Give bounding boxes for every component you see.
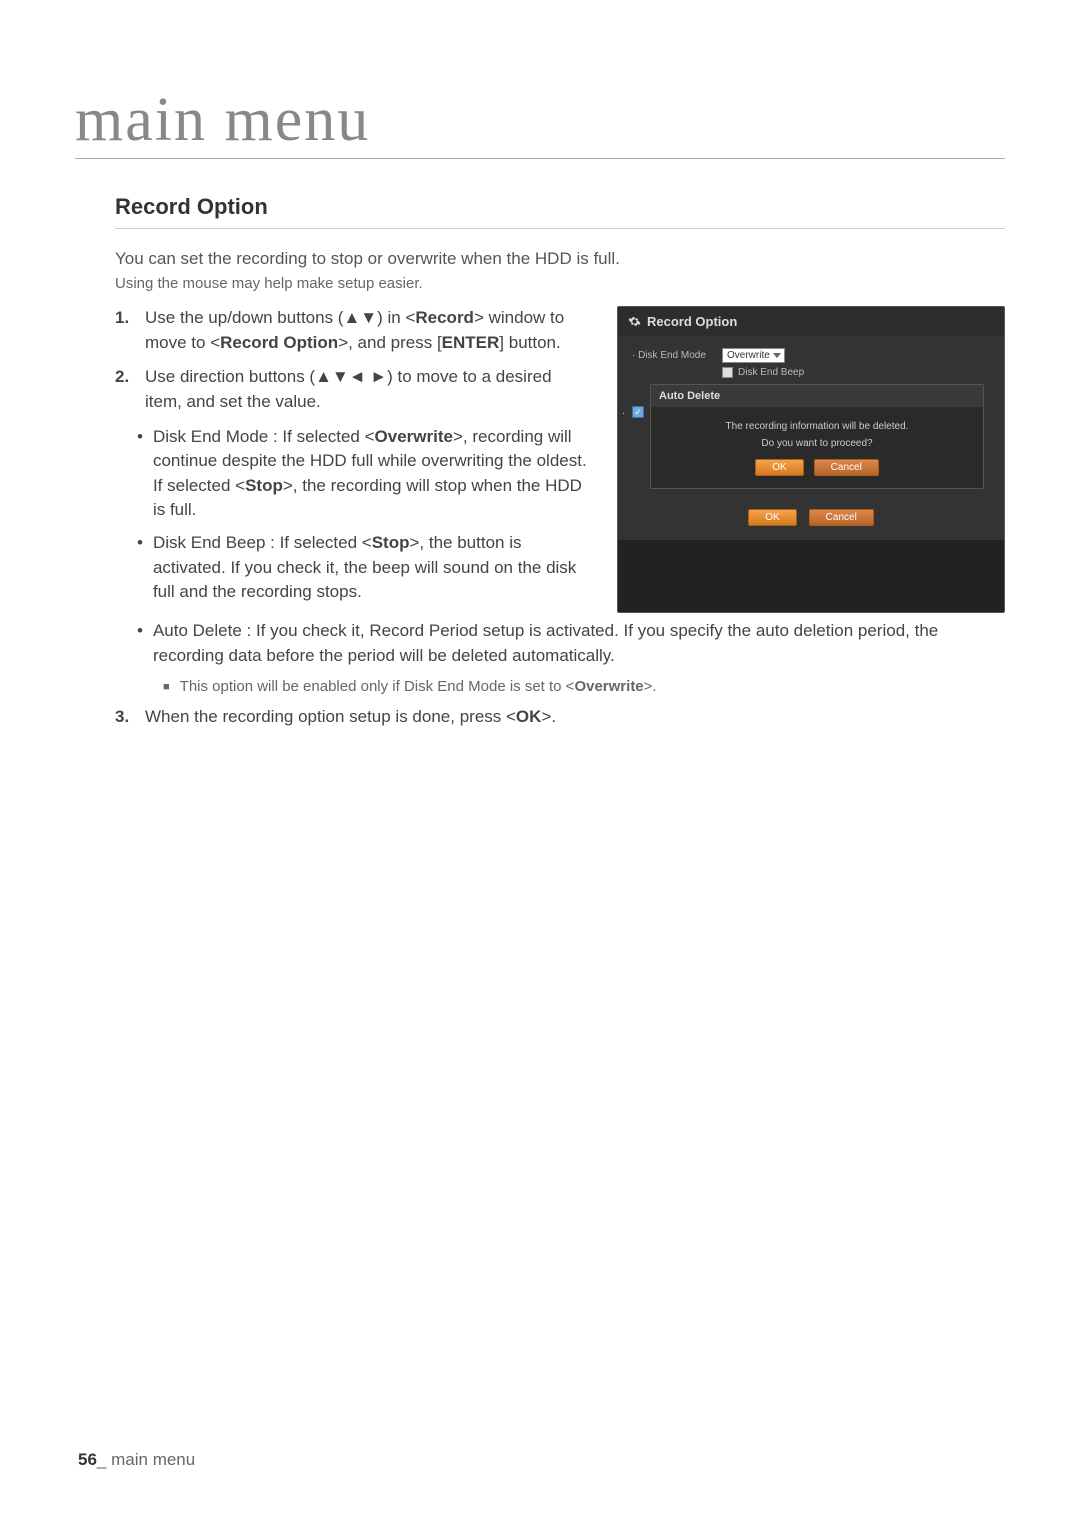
- text: Disk End Mode : If selected <: [153, 427, 375, 446]
- text: >.: [541, 707, 556, 726]
- note-icon: ■: [163, 680, 170, 701]
- page-title: main menu: [75, 85, 1005, 159]
- page-footer: 56_ main menu: [78, 1450, 195, 1470]
- step-number: 2.: [115, 365, 137, 414]
- step-3: 3. When the recording option setup is do…: [115, 705, 1005, 730]
- text-bold: Record Option: [220, 333, 338, 352]
- step-number: 3.: [115, 705, 137, 730]
- footer-text: main menu: [111, 1450, 195, 1469]
- text-bold: Overwrite: [375, 427, 453, 446]
- record-option-dialog: Record Option · Disk End Mode Overwrite …: [617, 306, 1005, 613]
- section-divider: [115, 228, 1005, 229]
- page-number: 56: [78, 1450, 97, 1469]
- text: >.: [644, 678, 657, 695]
- modal-cancel-button[interactable]: Cancel: [814, 459, 879, 476]
- text-bold: ENTER: [442, 333, 500, 352]
- text-bold: Stop: [245, 476, 283, 495]
- text: Auto Delete : If you check it, Record Pe…: [153, 619, 1005, 668]
- dialog-titlebar: Record Option: [618, 307, 1004, 336]
- bullet-disk-end-beep: • Disk End Beep : If selected <Stop>, th…: [137, 531, 593, 605]
- step-number: 1.: [115, 306, 137, 355]
- disk-end-beep-label: Disk End Beep: [738, 367, 804, 378]
- auto-delete-checkbox[interactable]: ✓: [632, 406, 644, 418]
- text: When the recording option setup is done,…: [145, 707, 516, 726]
- text: ] button.: [499, 333, 560, 352]
- text-bold: Stop: [372, 533, 410, 552]
- modal-message-1: The recording information will be delete…: [661, 421, 973, 432]
- modal-ok-button[interactable]: OK: [755, 459, 803, 476]
- text-bold: OK: [516, 707, 542, 726]
- intro-subtext: Using the mouse may help make setup easi…: [115, 275, 1005, 292]
- dialog-title: Record Option: [647, 314, 737, 329]
- text: Use the up/down buttons (▲▼) in <: [145, 308, 415, 327]
- bullet-disk-end-mode: • Disk End Mode : If selected <Overwrite…: [137, 425, 593, 524]
- dot-icon: ·: [622, 408, 625, 419]
- text: This option will be enabled only if Disk…: [180, 678, 575, 695]
- dialog-ok-button[interactable]: OK: [748, 509, 796, 526]
- disk-end-mode-row: · Disk End Mode Overwrite: [632, 348, 990, 363]
- bullet-icon: •: [137, 425, 143, 524]
- modal-message-2: Do you want to proceed?: [661, 438, 973, 449]
- text: Use direction buttons (▲▼◄ ►) to move to…: [145, 365, 593, 414]
- disk-end-beep-checkbox[interactable]: [722, 367, 733, 378]
- auto-delete-modal: Auto Delete The recording information wi…: [650, 384, 984, 489]
- footer-sep: _: [97, 1450, 106, 1469]
- bullet-auto-delete: • Auto Delete : If you check it, Record …: [137, 619, 1005, 668]
- text-bold: Overwrite: [574, 678, 643, 695]
- bullet-icon: •: [137, 619, 143, 668]
- disk-end-mode-label: · Disk End Mode: [632, 350, 722, 361]
- bullet-icon: •: [137, 531, 143, 605]
- section-heading: Record Option: [115, 194, 1005, 220]
- text: >, and press [: [338, 333, 441, 352]
- step-1: 1. Use the up/down buttons (▲▼) in <Reco…: [115, 306, 593, 355]
- dialog-cancel-button[interactable]: Cancel: [809, 509, 874, 526]
- text-bold: Record: [415, 308, 474, 327]
- modal-title: Auto Delete: [651, 385, 983, 407]
- note-overwrite: ■ This option will be enabled only if Di…: [163, 676, 1005, 697]
- text: Disk End Beep : If selected <: [153, 533, 372, 552]
- intro-text: You can set the recording to stop or ove…: [115, 249, 1005, 269]
- disk-end-beep-row: Disk End Beep: [722, 367, 990, 378]
- disk-end-mode-dropdown[interactable]: Overwrite: [722, 348, 785, 363]
- step-2: 2. Use direction buttons (▲▼◄ ►) to move…: [115, 365, 593, 414]
- gear-icon: [628, 315, 641, 328]
